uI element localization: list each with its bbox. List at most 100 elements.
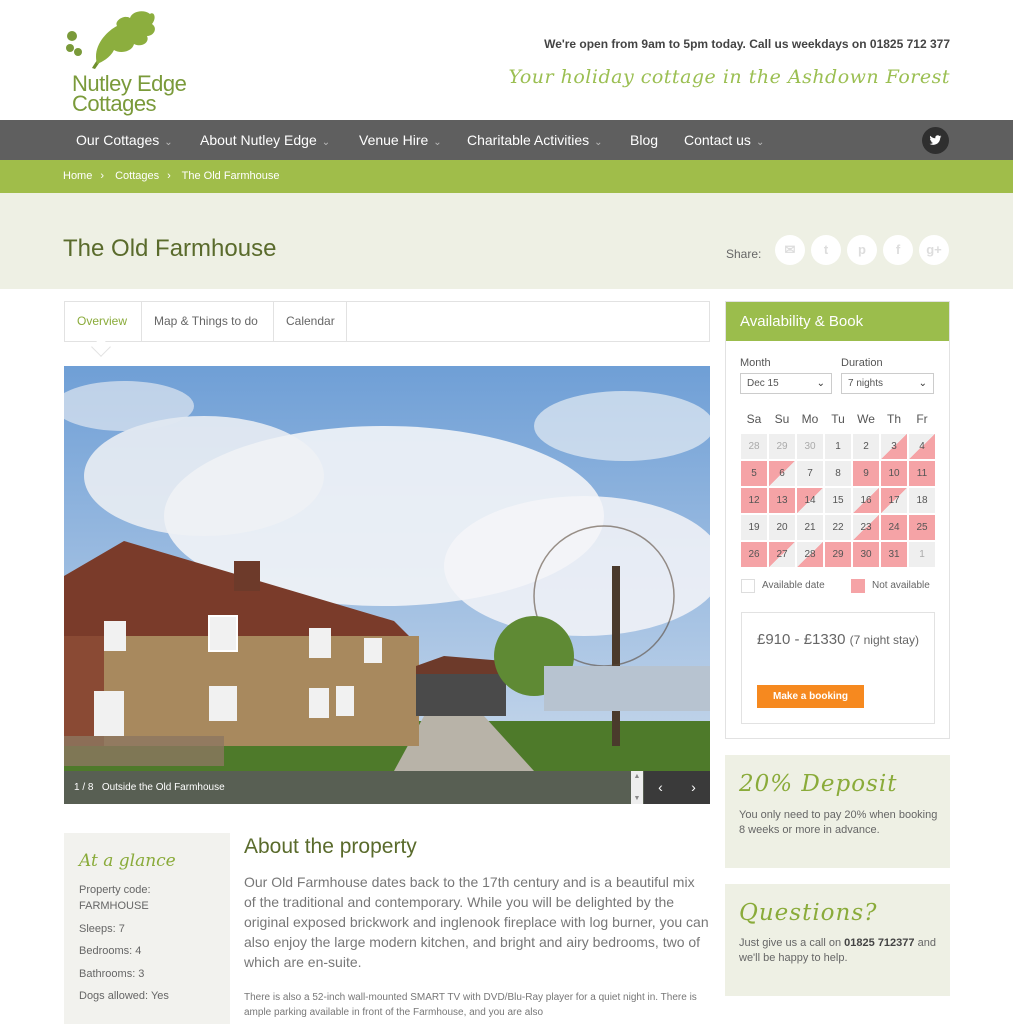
- google-plus-icon[interactable]: g+: [919, 235, 949, 265]
- nav-blog[interactable]: Blog: [630, 120, 658, 160]
- oak-leaf-icon: [66, 11, 155, 69]
- calendar-day[interactable]: 29: [824, 541, 852, 568]
- nav-charitable[interactable]: Charitable Activities ⌄: [467, 120, 603, 160]
- twitter-icon[interactable]: t: [811, 235, 841, 265]
- nav-our-cottages[interactable]: Our Cottages ⌄: [76, 120, 173, 160]
- at-a-glance-title: At a glance: [79, 851, 176, 871]
- weekday-header: Sa: [746, 412, 762, 426]
- calendar-day[interactable]: 18: [908, 487, 936, 514]
- calendar-day[interactable]: 22: [824, 514, 852, 541]
- calendar-day[interactable]: 11: [908, 460, 936, 487]
- tab-map-things-to-do[interactable]: Map & Things to do: [142, 302, 274, 341]
- calendar-day[interactable]: 16: [852, 487, 880, 514]
- tagline: Your holiday cottage in the Ashdown Fore…: [508, 66, 950, 88]
- calendar-day[interactable]: 17: [880, 487, 908, 514]
- weekday-header: Tu: [831, 412, 845, 426]
- calendar-day[interactable]: 23: [852, 514, 880, 541]
- calendar-day[interactable]: 24: [880, 514, 908, 541]
- twitter-icon[interactable]: [922, 127, 949, 154]
- calendar-day: 28: [740, 433, 768, 460]
- legend-unavailable-swatch: [851, 579, 865, 593]
- calendar-day[interactable]: 27: [768, 541, 796, 568]
- gallery-scroll-control[interactable]: ▲ ▼: [631, 771, 643, 804]
- site-logo[interactable]: Nutley Edge Cottages: [62, 6, 202, 116]
- calendar-day[interactable]: 20: [768, 514, 796, 541]
- calendar-day[interactable]: 8: [824, 460, 852, 487]
- chevron-down-icon: ⌄: [321, 137, 331, 148]
- weekday-header: Th: [886, 412, 901, 426]
- chevron-down-icon: ⌄: [918, 378, 927, 389]
- calendar-day[interactable]: 3: [880, 433, 908, 460]
- sleeps: Sleeps: 7: [79, 923, 125, 935]
- about-paragraph: There is also a 52-inch wall-mounted SMA…: [244, 992, 697, 1018]
- weekday-header: Fr: [916, 412, 928, 426]
- nav-contact[interactable]: Contact us ⌄: [684, 120, 764, 160]
- legend-available-swatch: [741, 579, 755, 593]
- calendar-day[interactable]: 21: [796, 514, 824, 541]
- tab-calendar[interactable]: Calendar: [274, 302, 347, 341]
- calendar-day[interactable]: 9: [852, 460, 880, 487]
- nav-venue-hire[interactable]: Venue Hire ⌄: [359, 120, 442, 160]
- breadcrumb-cottages[interactable]: Cottages: [115, 170, 159, 182]
- deposit-title: 20% Deposit: [739, 771, 898, 797]
- pinterest-icon[interactable]: p: [847, 235, 877, 265]
- property-code-value: FARMHOUSE: [79, 900, 149, 912]
- chevron-down-icon: ⌄: [594, 137, 603, 148]
- month-select[interactable]: Dec 15 ⌄: [740, 373, 832, 394]
- phone-number[interactable]: 01825 712377: [844, 937, 914, 949]
- calendar-day[interactable]: 28: [796, 541, 824, 568]
- gallery-caption-text: Outside the Old Farmhouse: [101, 782, 225, 793]
- chevron-down-icon: ⌄: [433, 137, 442, 148]
- gallery-next-button[interactable]: ›: [677, 771, 710, 804]
- nav-about[interactable]: About Nutley Edge ⌄: [200, 120, 330, 160]
- duration-select[interactable]: 7 nights ⌄: [841, 373, 934, 394]
- photo-gallery[interactable]: 1 / 8 Outside the Old Farmhouse ▲ ▼ ‹ ›: [64, 366, 710, 804]
- make-booking-button[interactable]: Make a booking: [757, 685, 864, 708]
- calendar-day[interactable]: 7: [796, 460, 824, 487]
- main-nav: Our Cottages ⌄ About Nutley Edge ⌄ Venue H…: [0, 120, 1013, 160]
- calendar-day[interactable]: 2: [852, 433, 880, 460]
- calendar-day[interactable]: 13: [768, 487, 796, 514]
- share-label: Share:: [726, 247, 762, 261]
- calendar-day[interactable]: 6: [768, 460, 796, 487]
- calendar-day[interactable]: 25: [908, 514, 936, 541]
- calendar-day: 1: [908, 541, 936, 568]
- facebook-icon[interactable]: f: [883, 235, 913, 265]
- questions-title: Questions?: [739, 900, 878, 926]
- bedrooms: Bedrooms: 4: [79, 945, 142, 957]
- calendar-day[interactable]: 12: [740, 487, 768, 514]
- legend-available: Available date: [762, 580, 825, 591]
- email-icon[interactable]: ✉: [775, 235, 805, 265]
- site-header: Nutley Edge Cottages We're open from 9am…: [0, 0, 1013, 120]
- availability-title: Availability & Book: [726, 302, 949, 341]
- calendar-day: 30: [796, 433, 824, 460]
- bathrooms: Bathrooms: 3: [79, 968, 145, 980]
- availability-calendar: 28 29 30 1 2 3 4 5 6 7 8 9 10 11 12 13 14 15 16 17 18 19 20 21 2…: [740, 433, 936, 569]
- farmhouse-photo: [64, 366, 710, 804]
- calendar-day[interactable]: 26: [740, 541, 768, 568]
- calendar-day[interactable]: 19: [740, 514, 768, 541]
- property-code-label: Property code:: [79, 884, 151, 896]
- gallery-counter: 1 / 8: [74, 782, 94, 793]
- calendar-day[interactable]: 1: [824, 433, 852, 460]
- chevron-down-icon: ⌄: [755, 137, 765, 148]
- breadcrumb-separator: ›: [167, 170, 171, 182]
- calendar-day[interactable]: 4: [908, 433, 936, 460]
- calendar-day[interactable]: 31: [880, 541, 908, 568]
- dogs-allowed: Dogs allowed: Yes: [79, 990, 169, 1002]
- deposit-text: You only need to pay 20% when booking 8 …: [739, 809, 938, 836]
- gallery-prev-button[interactable]: ‹: [644, 771, 677, 804]
- calendar-day[interactable]: 30: [852, 541, 880, 568]
- calendar-day[interactable]: 15: [824, 487, 852, 514]
- opening-hours-text: We're open from 9am to 5pm today. Call u…: [544, 37, 950, 51]
- title-band: The Old Farmhouse Share: ✉ t p f g+: [0, 193, 1013, 289]
- breadcrumb: Home › Cottages › The Old Farmhouse: [0, 160, 1013, 193]
- availability-panel: Availability & Book Month Duration Dec 1…: [725, 301, 950, 739]
- calendar-day[interactable]: 5: [740, 460, 768, 487]
- tab-overview[interactable]: Overview: [65, 302, 142, 341]
- calendar-day[interactable]: 10: [880, 460, 908, 487]
- breadcrumb-home[interactable]: Home: [63, 170, 92, 182]
- questions-text: Just give us a call on 01825 712377 and …: [739, 937, 936, 964]
- logo-text: Nutley Edge Cottages: [72, 71, 187, 116]
- calendar-day[interactable]: 14: [796, 487, 824, 514]
